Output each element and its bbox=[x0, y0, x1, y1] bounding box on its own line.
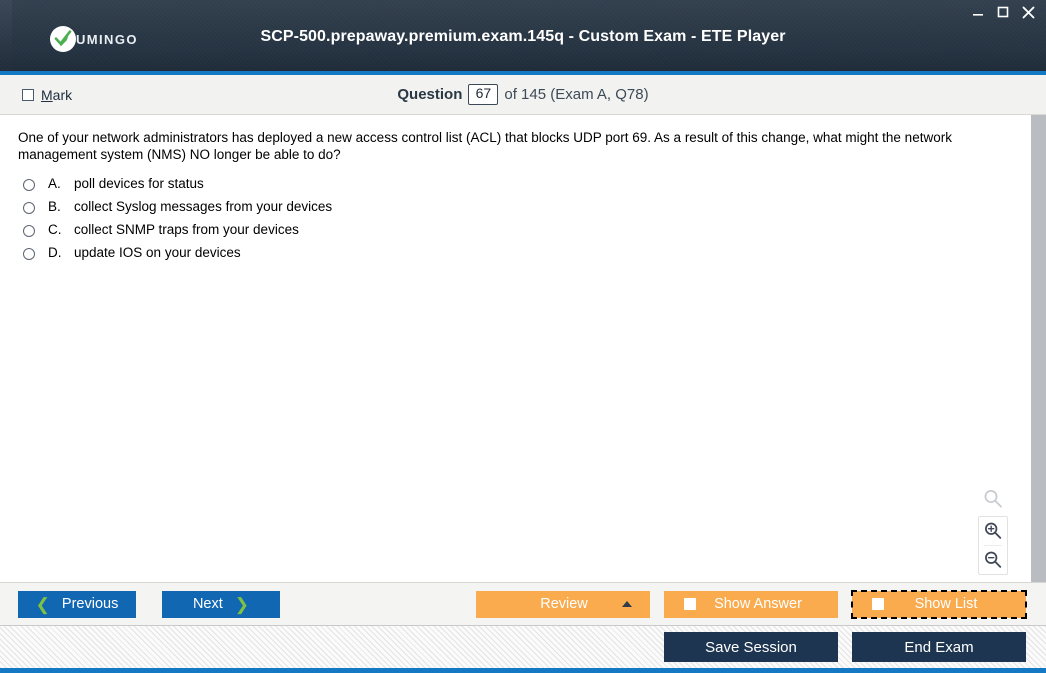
answer-radio-b[interactable] bbox=[23, 202, 35, 214]
content-right-gutter[interactable] bbox=[1031, 115, 1045, 582]
answer-letter-a: A. bbox=[48, 176, 61, 191]
footer-bar: Save Session End Exam bbox=[0, 625, 1046, 673]
next-button[interactable]: Next ❯ bbox=[162, 590, 280, 618]
logo-wordmark: UMINGO bbox=[76, 31, 138, 47]
previous-button-label: Previous bbox=[61, 596, 119, 612]
question-word-label: Question bbox=[397, 85, 463, 103]
show-answer-checkbox[interactable] bbox=[684, 598, 696, 610]
toolbar-right-group: Review Show Answer Show List bbox=[476, 589, 1027, 619]
show-list-label: Show List bbox=[914, 596, 978, 612]
answer-radio-d[interactable] bbox=[23, 248, 35, 260]
maximize-icon[interactable] bbox=[995, 4, 1011, 20]
question-number-input[interactable]: 67 bbox=[468, 84, 499, 105]
answer-letter-c: C. bbox=[48, 222, 62, 237]
zoom-out-icon[interactable] bbox=[979, 546, 1007, 574]
answer-letter-d: D. bbox=[48, 245, 62, 260]
answer-text-c: collect SNMP traps from your devices bbox=[74, 222, 299, 237]
chevron-left-icon: ❮ bbox=[35, 594, 50, 614]
mark-question-checkbox[interactable]: Mark bbox=[22, 87, 72, 103]
chevron-up-icon bbox=[622, 601, 632, 607]
ete-player-window: UMINGO SCP-500.prepaway.premium.exam.145… bbox=[0, 0, 1046, 673]
mark-label: Mark bbox=[41, 87, 72, 103]
minimize-icon[interactable] bbox=[970, 4, 986, 20]
answer-letter-b: B. bbox=[48, 199, 61, 214]
chevron-right-icon: ❯ bbox=[234, 594, 250, 614]
answer-option-c[interactable]: C. collect SNMP traps from your devices bbox=[18, 222, 1015, 237]
end-exam-label: End Exam bbox=[904, 638, 974, 656]
question-total-label: of 145 (Exam A, Q78) bbox=[504, 85, 649, 103]
answer-text-b: collect Syslog messages from your device… bbox=[74, 199, 333, 214]
mark-label-rest: ark bbox=[52, 86, 73, 103]
window-title: SCP-500.prepaway.premium.exam.145q - Cus… bbox=[260, 28, 786, 45]
answer-option-a[interactable]: A. poll devices for status bbox=[18, 176, 1015, 191]
save-session-label: Save Session bbox=[705, 638, 797, 656]
review-button[interactable]: Review bbox=[476, 590, 650, 618]
question-counter: Question 67 of 145 (Exam A, Q78) bbox=[0, 84, 1046, 105]
answer-radio-a[interactable] bbox=[23, 179, 35, 191]
magnifier-icon bbox=[980, 486, 1006, 512]
mark-checkbox-box[interactable] bbox=[22, 88, 34, 101]
end-exam-button[interactable]: End Exam bbox=[852, 632, 1026, 662]
save-session-button[interactable]: Save Session bbox=[664, 632, 838, 662]
question-content-panel: One of your network administrators has d… bbox=[0, 115, 1046, 582]
show-answer-button[interactable]: Show Answer bbox=[664, 590, 838, 618]
show-list-checkbox[interactable] bbox=[872, 598, 884, 610]
answer-text-a: poll devices for status bbox=[74, 176, 204, 191]
vumingo-check-icon bbox=[50, 26, 76, 52]
answer-option-b[interactable]: B. collect Syslog messages from your dev… bbox=[18, 199, 1015, 214]
answer-options-list: A. poll devices for status B. collect Sy… bbox=[18, 176, 1015, 260]
mark-accelerator-letter: M bbox=[41, 86, 53, 103]
zoom-in-icon[interactable] bbox=[979, 517, 1007, 545]
answer-text-d: update IOS on your devices bbox=[74, 245, 241, 260]
show-answer-label: Show Answer bbox=[714, 596, 802, 612]
question-stem-text: One of your network administrators has d… bbox=[18, 130, 952, 162]
zoom-button-group bbox=[978, 516, 1008, 575]
zoom-tools-panel bbox=[978, 486, 1008, 575]
review-button-label: Review bbox=[540, 596, 588, 612]
window-controls bbox=[970, 4, 1036, 20]
app-logo: UMINGO bbox=[50, 26, 138, 52]
question-header-bar: Mark Question 67 of 145 (Exam A, Q78) bbox=[0, 75, 1046, 115]
show-list-button[interactable]: Show List bbox=[851, 589, 1027, 619]
previous-button[interactable]: ❮ Previous bbox=[18, 590, 136, 618]
answer-radio-c[interactable] bbox=[23, 225, 35, 237]
question-content-inner: One of your network administrators has d… bbox=[0, 115, 1045, 260]
navigation-toolbar: ❮ Previous Next ❯ Review Show Answer Sho… bbox=[0, 582, 1046, 625]
title-bar: UMINGO SCP-500.prepaway.premium.exam.145… bbox=[0, 0, 1046, 75]
close-icon[interactable] bbox=[1020, 4, 1036, 20]
answer-option-d[interactable]: D. update IOS on your devices bbox=[18, 245, 1015, 260]
next-button-label: Next bbox=[192, 596, 223, 612]
